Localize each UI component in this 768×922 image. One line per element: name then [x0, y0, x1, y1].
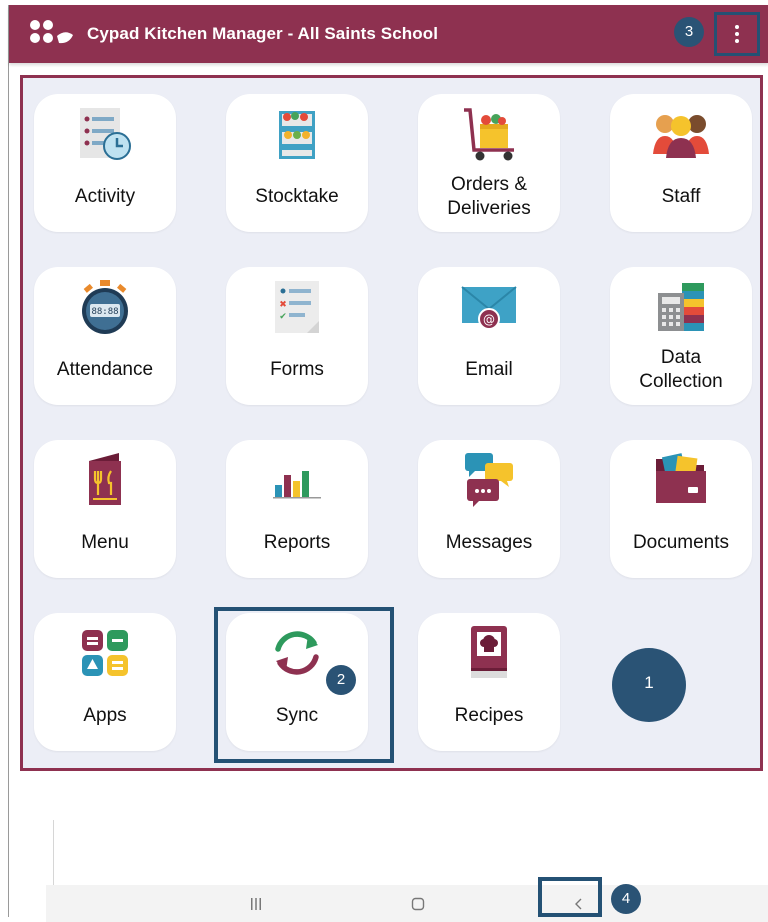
tile-label: Apps [83, 705, 127, 726]
menu-cutlery-icon [89, 453, 121, 505]
tile-label: Data Collection [639, 347, 723, 392]
delivery-trolley-icon [464, 108, 514, 161]
bar-chart-icon [273, 471, 321, 499]
home-button[interactable] [388, 885, 448, 922]
recents-button[interactable] [226, 885, 286, 922]
data-calculator-icon [658, 283, 704, 331]
system-navigation-bar [46, 885, 768, 922]
tile-documents[interactable]: Documents [610, 440, 752, 578]
tile-orders-deliveries[interactable]: Orders & Deliveries [418, 94, 560, 232]
tile-label: Email [465, 359, 513, 380]
tile-staff[interactable]: Staff [610, 94, 752, 232]
svg-text:88:88: 88:88 [91, 307, 118, 317]
tile-label: Menu [81, 532, 129, 553]
tile-label: Recipes [454, 705, 524, 726]
divider [53, 820, 54, 885]
tile-reports[interactable]: Reports [226, 440, 368, 578]
callout-marker-2: 2 [326, 665, 356, 695]
tile-label: Documents [632, 532, 730, 553]
overflow-menu-button[interactable] [714, 12, 760, 56]
tile-label: Reports [263, 532, 331, 553]
tile-label: Orders & Deliveries [447, 174, 531, 219]
tile-label: Forms [270, 359, 324, 380]
tile-apps[interactable]: Apps [34, 613, 176, 751]
email-envelope-icon: @ [461, 286, 517, 330]
tile-stocktake[interactable]: Stocktake [226, 94, 368, 232]
checklist-form-icon: ✖ ✔ [275, 281, 319, 333]
cypad-logo-icon [30, 20, 73, 44]
tile-messages[interactable]: Messages [418, 440, 560, 578]
sync-highlight-frame [214, 607, 394, 763]
tile-label: Attendance [56, 359, 154, 380]
recipe-book-icon [471, 626, 507, 678]
stopwatch-icon: 88:88 [82, 280, 128, 334]
recents-lines-icon [251, 897, 261, 910]
svg-text:✔: ✔ [279, 312, 287, 322]
callout-marker-3: 3 [674, 17, 704, 47]
stock-shelf-icon [279, 111, 315, 159]
tile-forms[interactable]: ✖ ✔ Forms [226, 267, 368, 405]
back-highlight-frame [538, 877, 602, 917]
tile-menu[interactable]: Menu [34, 440, 176, 578]
staff-group-icon [653, 115, 709, 158]
app-title: Cypad Kitchen Manager - All Saints Schoo… [87, 24, 439, 43]
app-frame: Cypad Kitchen Manager - All Saints Schoo… [8, 5, 768, 922]
callout-marker-4: 4 [611, 884, 641, 914]
tile-activity[interactable]: Activity [34, 94, 176, 232]
tile-label: Messages [445, 532, 533, 553]
tile-recipes[interactable]: Recipes [418, 613, 560, 751]
chat-bubbles-icon [465, 453, 513, 507]
tile-label: Staff [661, 186, 701, 207]
folder-documents-icon [656, 453, 706, 503]
app-header: Cypad Kitchen Manager - All Saints Schoo… [9, 5, 768, 63]
tile-data-collection[interactable]: Data Collection [610, 267, 752, 405]
svg-text:@: @ [483, 313, 495, 327]
svg-text:✖: ✖ [279, 300, 287, 310]
kebab-menu-icon [735, 25, 739, 43]
callout-marker-1: 1 [612, 648, 686, 722]
tile-email[interactable]: @ Email [418, 267, 560, 405]
tile-attendance[interactable]: 88:88 Attendance [34, 267, 176, 405]
apps-grid-icon [82, 630, 128, 676]
tile-label: Stocktake [255, 186, 339, 207]
tile-label: Activity [74, 186, 136, 207]
activity-clock-icon [80, 108, 131, 160]
home-square-icon [411, 897, 425, 910]
